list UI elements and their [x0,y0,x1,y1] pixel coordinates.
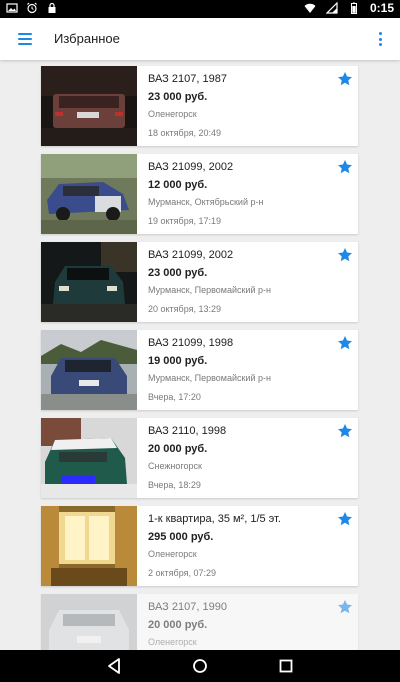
listing-location: Мурманск, Первомайский р-н [148,373,271,383]
listing-date: 2 октября, 07:29 [148,568,217,578]
listing-photo [41,506,137,586]
listing-card[interactable]: 1-к квартира, 35 м², 1/5 эт. 295 000 руб… [41,506,358,586]
star-icon[interactable] [337,335,353,351]
alarm-icon [27,2,37,14]
lock-icon [48,2,56,13]
listing-card[interactable]: ВАЗ 2107, 1990 20 000 руб. Оленегорск [41,594,358,650]
listing-price: 23 000 руб. [148,267,208,279]
status-bar: 0:15 [0,0,400,18]
listing-location: Оленегорск [148,549,197,559]
signal-icon [325,2,338,14]
listing-photo [41,418,137,498]
listing-info: ВАЗ 21099, 1998 19 000 руб. Мурманск, Пе… [148,330,328,410]
listing-date: 18 октября, 20:49 [148,128,222,138]
star-icon[interactable] [337,247,353,263]
listing-price: 12 000 руб. [148,179,208,191]
listing-card[interactable]: ВАЗ 2110, 1998 20 000 руб. Снежногорск В… [41,418,358,498]
wifi-icon [304,3,316,13]
listing-title: ВАЗ 21099, 2002 [148,161,234,173]
favorites-list: ВАЗ 2107, 1987 23 000 руб. Оленегорск 18… [0,60,400,650]
listing-title: ВАЗ 21099, 1998 [148,337,234,349]
listing-card[interactable]: ВАЗ 21099, 1998 19 000 руб. Мурманск, Пе… [41,330,358,410]
listing-location: Мурманск, Октябрьский р-н [148,197,264,207]
star-icon[interactable] [337,599,353,615]
listing-location: Мурманск, Первомайский р-н [148,285,271,295]
listing-price: 20 000 руб. [148,443,208,455]
listing-title: ВАЗ 2107, 1990 [148,601,227,613]
recents-square-icon[interactable] [276,656,296,676]
star-icon[interactable] [337,71,353,87]
star-icon[interactable] [337,423,353,439]
system-status: 0:15 [304,1,394,15]
listing-info: ВАЗ 21099, 2002 12 000 руб. Мурманск, Ок… [148,154,328,234]
more-vert-icon[interactable] [374,29,388,49]
hamburger-menu-icon[interactable] [14,29,36,49]
listing-title: ВАЗ 2110, 1998 [148,425,227,437]
listing-title: 1-к квартира, 35 м², 1/5 эт. [148,513,281,525]
battery-icon [350,2,357,14]
system-navigation-bar [0,650,400,682]
listing-date: Вчера, 17:20 [148,392,201,402]
listing-date: 19 октября, 17:19 [148,216,222,226]
listing-photo [41,154,137,234]
listing-date: 20 октября, 13:29 [148,304,222,314]
listing-price: 295 000 руб. [148,531,214,543]
notification-icons [6,2,58,14]
listing-info: ВАЗ 2107, 1987 23 000 руб. Оленегорск 18… [148,66,328,146]
listing-info: ВАЗ 21099, 2002 23 000 руб. Мурманск, Пе… [148,242,328,322]
listing-info: ВАЗ 2107, 1990 20 000 руб. Оленегорск [148,594,328,650]
star-icon[interactable] [337,511,353,527]
listing-title: ВАЗ 2107, 1987 [148,73,227,85]
listing-info: 1-к квартира, 35 м², 1/5 эт. 295 000 руб… [148,506,328,586]
listing-info: ВАЗ 2110, 1998 20 000 руб. Снежногорск В… [148,418,328,498]
listing-location: Оленегорск [148,109,197,119]
listing-price: 23 000 руб. [148,91,208,103]
listing-card[interactable]: ВАЗ 21099, 2002 23 000 руб. Мурманск, Пе… [41,242,358,322]
listing-photo [41,66,137,146]
listing-photo [41,594,137,650]
star-icon[interactable] [337,159,353,175]
page-title: Избранное [54,31,120,46]
clock: 0:15 [369,1,394,15]
listing-price: 20 000 руб. [148,619,208,631]
listing-card[interactable]: ВАЗ 2107, 1987 23 000 руб. Оленегорск 18… [41,66,358,146]
listing-price: 19 000 руб. [148,355,208,367]
image-notification-icon [6,3,18,13]
listing-title: ВАЗ 21099, 2002 [148,249,234,261]
listing-card[interactable]: ВАЗ 21099, 2002 12 000 руб. Мурманск, Ок… [41,154,358,234]
back-triangle-icon[interactable] [104,656,124,676]
listing-location: Оленегорск [148,637,197,647]
listing-location: Снежногорск [148,461,202,471]
app-bar: Избранное [0,18,400,60]
listing-date: Вчера, 18:29 [148,480,201,490]
home-circle-icon[interactable] [190,656,210,676]
listing-photo [41,330,137,410]
listing-photo [41,242,137,322]
